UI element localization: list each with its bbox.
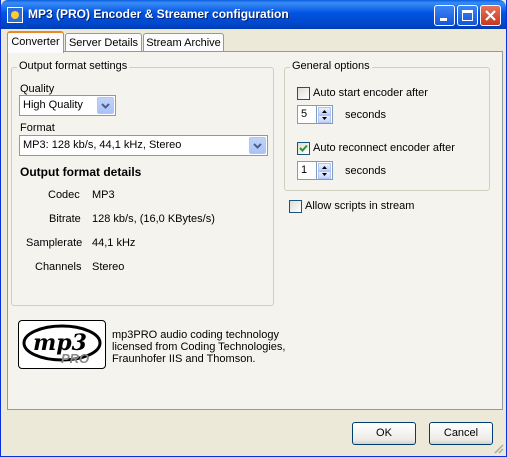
tab-server-details[interactable]: Server Details <box>65 33 142 53</box>
maximize-button[interactable] <box>457 5 478 26</box>
auto-reconnect-label[interactable]: Auto reconnect encoder after <box>313 142 455 154</box>
spin-down-button[interactable] <box>318 115 331 123</box>
arrow-down-icon <box>322 173 327 176</box>
tab-stream-archive[interactable]: Stream Archive <box>143 33 224 53</box>
config-window: MP3 (PRO) Encoder & Streamer configurati… <box>0 0 507 457</box>
close-button[interactable] <box>480 5 501 26</box>
bitrate-label: Bitrate <box>49 213 81 225</box>
general-options-group-title: General options <box>290 60 372 72</box>
allow-scripts-label[interactable]: Allow scripts in stream <box>305 200 414 212</box>
samplerate-value: 44,1 kHz <box>92 237 136 249</box>
spin-up-button[interactable] <box>318 163 331 171</box>
quality-select-value: High Quality <box>23 99 83 111</box>
allow-scripts-checkbox[interactable] <box>289 200 302 213</box>
samplerate-label: Samplerate <box>26 237 83 249</box>
arrow-down-icon <box>322 117 327 120</box>
ok-button[interactable]: OK <box>352 422 416 445</box>
auto-start-unit: seconds <box>345 109 386 121</box>
codec-value: MP3 <box>92 189 115 201</box>
credit-line-2: licensed from Coding Technologies, <box>112 341 286 353</box>
converter-panel: Output format settings Quality High Qual… <box>7 51 503 410</box>
credit-line-1: mp3PRO audio coding technology <box>112 329 279 341</box>
mp3pro-logo: mp3 PRO <box>18 320 106 369</box>
channels-label: Channels <box>35 261 82 273</box>
format-select-value: MP3: 128 kb/s, 44,1 kHz, Stereo <box>23 139 182 151</box>
format-dropdown-button[interactable] <box>249 137 266 154</box>
logo-sub-text: PRO <box>61 351 89 366</box>
tab-converter[interactable]: Converter <box>7 31 64 53</box>
bitrate-value: 128 kb/s, (16,0 KBytes/s) <box>92 213 215 225</box>
checkmark-icon <box>299 144 308 152</box>
credit-line-3: Fraunhofer IIS and Thomson. <box>112 353 256 365</box>
window-title: MP3 (PRO) Encoder & Streamer configurati… <box>28 7 289 21</box>
arrow-up-icon <box>322 166 327 169</box>
channels-value: Stereo <box>92 261 125 273</box>
format-label: Format <box>20 122 55 134</box>
close-icon <box>485 10 496 21</box>
mp3pro-logo-graphic: mp3 PRO <box>22 324 102 366</box>
quality-dropdown-button[interactable] <box>97 97 114 114</box>
auto-reconnect-checkbox[interactable] <box>297 142 310 155</box>
chevron-down-icon <box>253 143 262 149</box>
auto-start-spinner[interactable] <box>317 105 333 124</box>
spin-up-button[interactable] <box>318 107 331 115</box>
quality-label: Quality <box>20 83 55 95</box>
output-format-group-title: Output format settings <box>17 60 130 72</box>
auto-start-label[interactable]: Auto start encoder after <box>313 87 428 99</box>
quality-select[interactable]: High Quality <box>19 95 116 116</box>
minimize-button[interactable] <box>434 5 455 26</box>
maximize-icon <box>462 10 473 21</box>
arrow-up-icon <box>322 110 327 113</box>
resize-grip-icon[interactable] <box>492 442 504 454</box>
cancel-button[interactable]: Cancel <box>429 422 493 445</box>
format-select[interactable]: MP3: 128 kb/s, 44,1 kHz, Stereo <box>19 135 268 156</box>
minimize-icon <box>440 18 447 21</box>
auto-start-seconds-field[interactable]: 5 <box>297 105 317 124</box>
codec-label: Codec <box>48 189 80 201</box>
app-icon <box>7 7 23 23</box>
spin-down-button[interactable] <box>318 171 331 179</box>
auto-start-checkbox[interactable] <box>297 87 310 100</box>
details-heading: Output format details <box>20 165 142 179</box>
chevron-down-icon <box>101 103 110 109</box>
auto-reconnect-seconds-field[interactable]: 1 <box>297 161 317 180</box>
title-bar[interactable]: MP3 (PRO) Encoder & Streamer configurati… <box>1 0 506 29</box>
auto-reconnect-spinner[interactable] <box>317 161 333 180</box>
auto-reconnect-unit: seconds <box>345 165 386 177</box>
